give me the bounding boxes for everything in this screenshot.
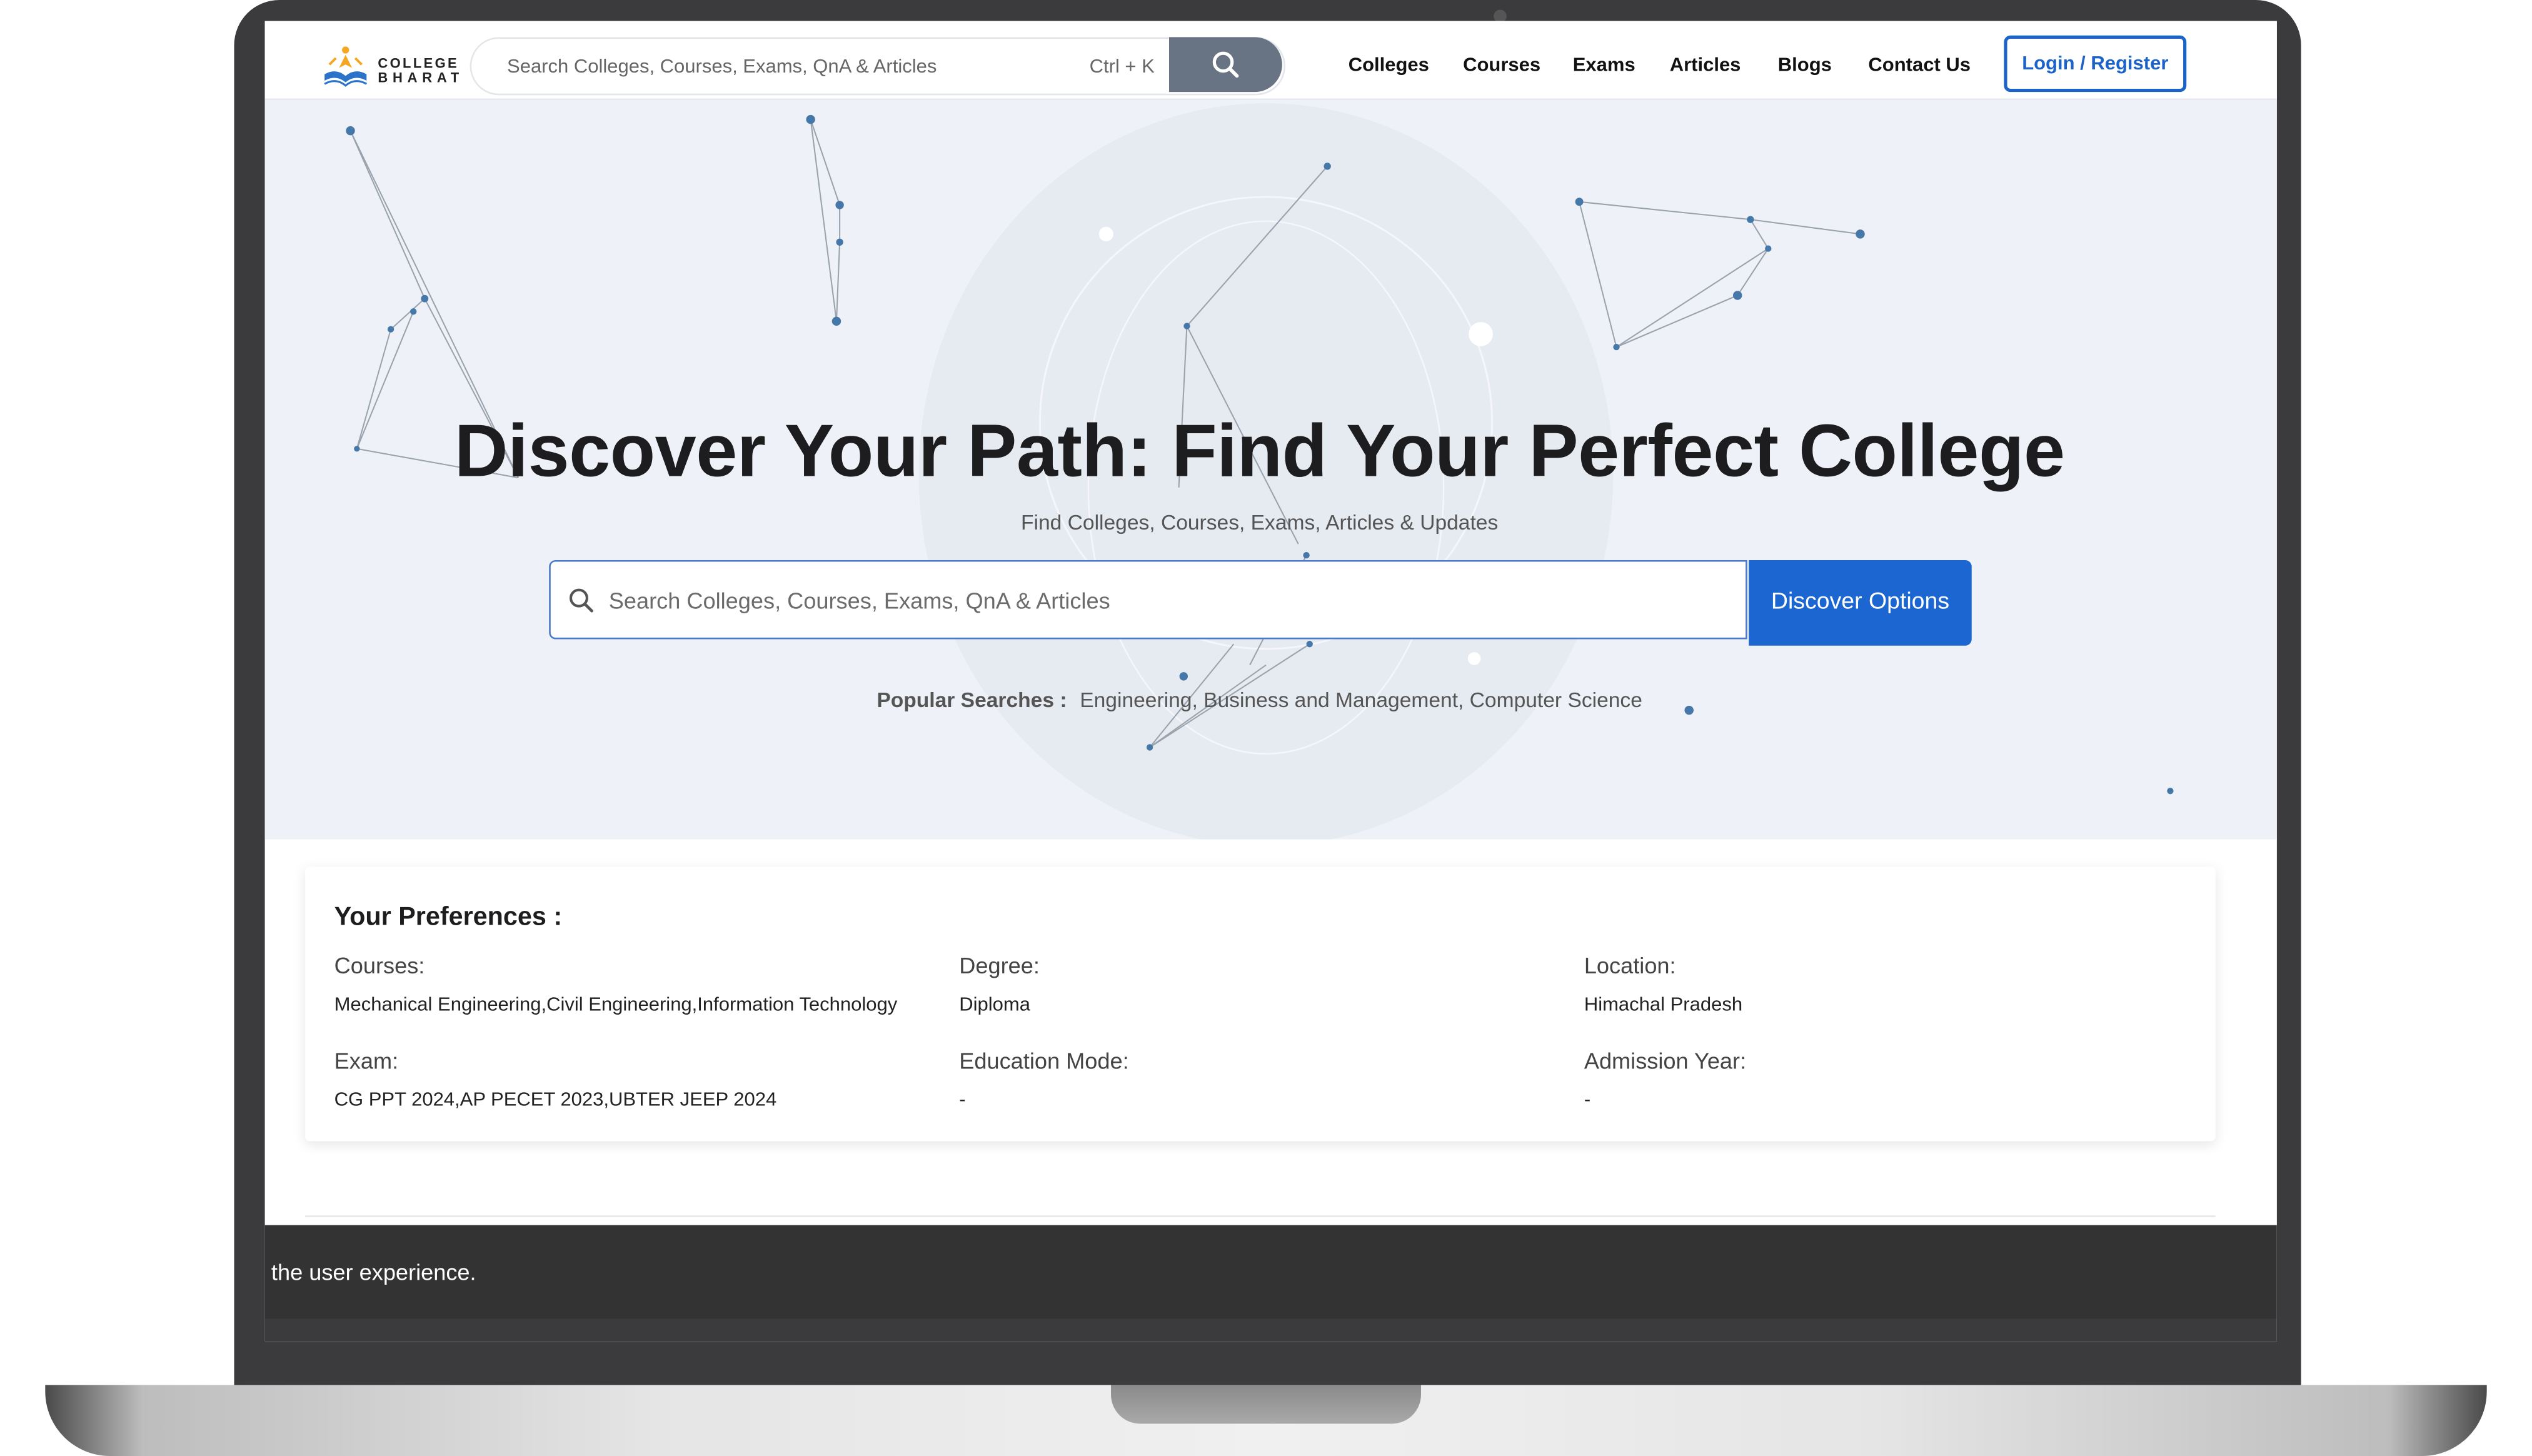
nav-link-articles[interactable]: Articles xyxy=(1670,53,1741,76)
header-search-placeholder: Search Colleges, Courses, Exams, QnA & A… xyxy=(507,54,937,78)
pref-degree: Degree: Diploma xyxy=(959,952,1573,1015)
hero-title: Discover Your Path: Find Your Perfect Co… xyxy=(454,408,2065,493)
pref-location-label: Location: xyxy=(1584,952,1676,978)
cookie-consent-bar: the user experience. xyxy=(264,1225,2277,1322)
laptop-notch xyxy=(1111,1385,1421,1424)
pref-location: Location: Himachal Pradesh xyxy=(1584,952,2198,1015)
pref-exam: Exam: CG PPT 2024,AP PECET 2023,UBTER JE… xyxy=(334,1048,948,1111)
popular-searches-items[interactable]: Engineering, Business and Management, Co… xyxy=(1080,688,1642,712)
pref-exam-label: Exam: xyxy=(334,1047,399,1074)
popular-searches: Popular Searches : Engineering, Business … xyxy=(265,688,2254,712)
pref-location-value: Himachal Pradesh xyxy=(1584,992,1743,1016)
nav-link-contact-us[interactable]: Contact Us xyxy=(1868,53,1971,76)
pref-admission-year-label: Admission Year: xyxy=(1584,1047,1747,1074)
screen-bottom-bezel xyxy=(264,1318,2277,1342)
nav-link-blogs[interactable]: Blogs xyxy=(1778,53,1832,76)
popular-searches-label: Popular Searches : xyxy=(877,687,1067,712)
login-register-button[interactable]: Login / Register xyxy=(2004,35,2187,93)
nav-link-colleges[interactable]: Colleges xyxy=(1349,53,1429,76)
pref-courses-value: Mechanical Engineering,Civil Engineering… xyxy=(334,992,898,1016)
discover-options-button[interactable]: Discover Options xyxy=(1749,560,1972,646)
search-icon xyxy=(569,588,593,613)
pref-degree-label: Degree: xyxy=(959,952,1040,978)
search-icon xyxy=(1212,51,1239,78)
logo-line2: BHARAT xyxy=(378,69,464,86)
hero-search-input[interactable]: Search Colleges, Courses, Exams, QnA & A… xyxy=(549,560,1747,640)
preferences-card: Your Preferences : Courses: Mechanical E… xyxy=(305,866,2216,1142)
hero-subtitle: Find Colleges, Courses, Exams, Articles … xyxy=(1020,510,1499,535)
pref-courses: Courses: Mechanical Engineering,Civil En… xyxy=(334,952,948,1015)
pref-education-mode: Education Mode: - xyxy=(959,1048,1573,1111)
hero-search-placeholder: Search Colleges, Courses, Exams, QnA & A… xyxy=(608,587,1110,614)
top-navbar: COLLEGE BHARAT Search Colleges, Courses,… xyxy=(264,21,2277,101)
pref-admission-year: Admission Year: - xyxy=(1584,1048,2198,1111)
browser-screen: COLLEGE BHARAT Search Colleges, Courses,… xyxy=(264,21,2277,1342)
pref-courses-label: Courses: xyxy=(334,952,425,978)
preferences-title: Your Preferences : xyxy=(334,903,563,931)
pref-exam-value: CG PPT 2024,AP PECET 2023,UBTER JEEP 202… xyxy=(334,1088,777,1111)
site-logo[interactable]: COLLEGE BHARAT xyxy=(319,42,461,90)
pref-education-mode-label: Education Mode: xyxy=(959,1047,1129,1074)
logo-book-icon xyxy=(324,46,368,87)
nav-link-courses[interactable]: Courses xyxy=(1463,53,1540,76)
pref-admission-year-value: - xyxy=(1584,1088,1591,1111)
search-shortcut-hint: Ctrl + K xyxy=(1089,54,1155,78)
nav-link-exams[interactable]: Exams xyxy=(1573,53,1635,76)
header-search-button[interactable] xyxy=(1169,37,1282,93)
logo-text: COLLEGE BHARAT xyxy=(378,56,464,85)
hero-section: Discover Your Path: Find Your Perfect Co… xyxy=(264,100,2277,840)
pref-degree-value: Diploma xyxy=(959,992,1030,1016)
header-search-input[interactable]: Search Colleges, Courses, Exams, QnA & A… xyxy=(470,37,1285,96)
cookie-consent-text: the user experience. xyxy=(271,1258,476,1285)
laptop-mockup: COLLEGE BHARAT Search Colleges, Courses,… xyxy=(0,0,2532,1456)
pref-education-mode-value: - xyxy=(959,1088,966,1111)
